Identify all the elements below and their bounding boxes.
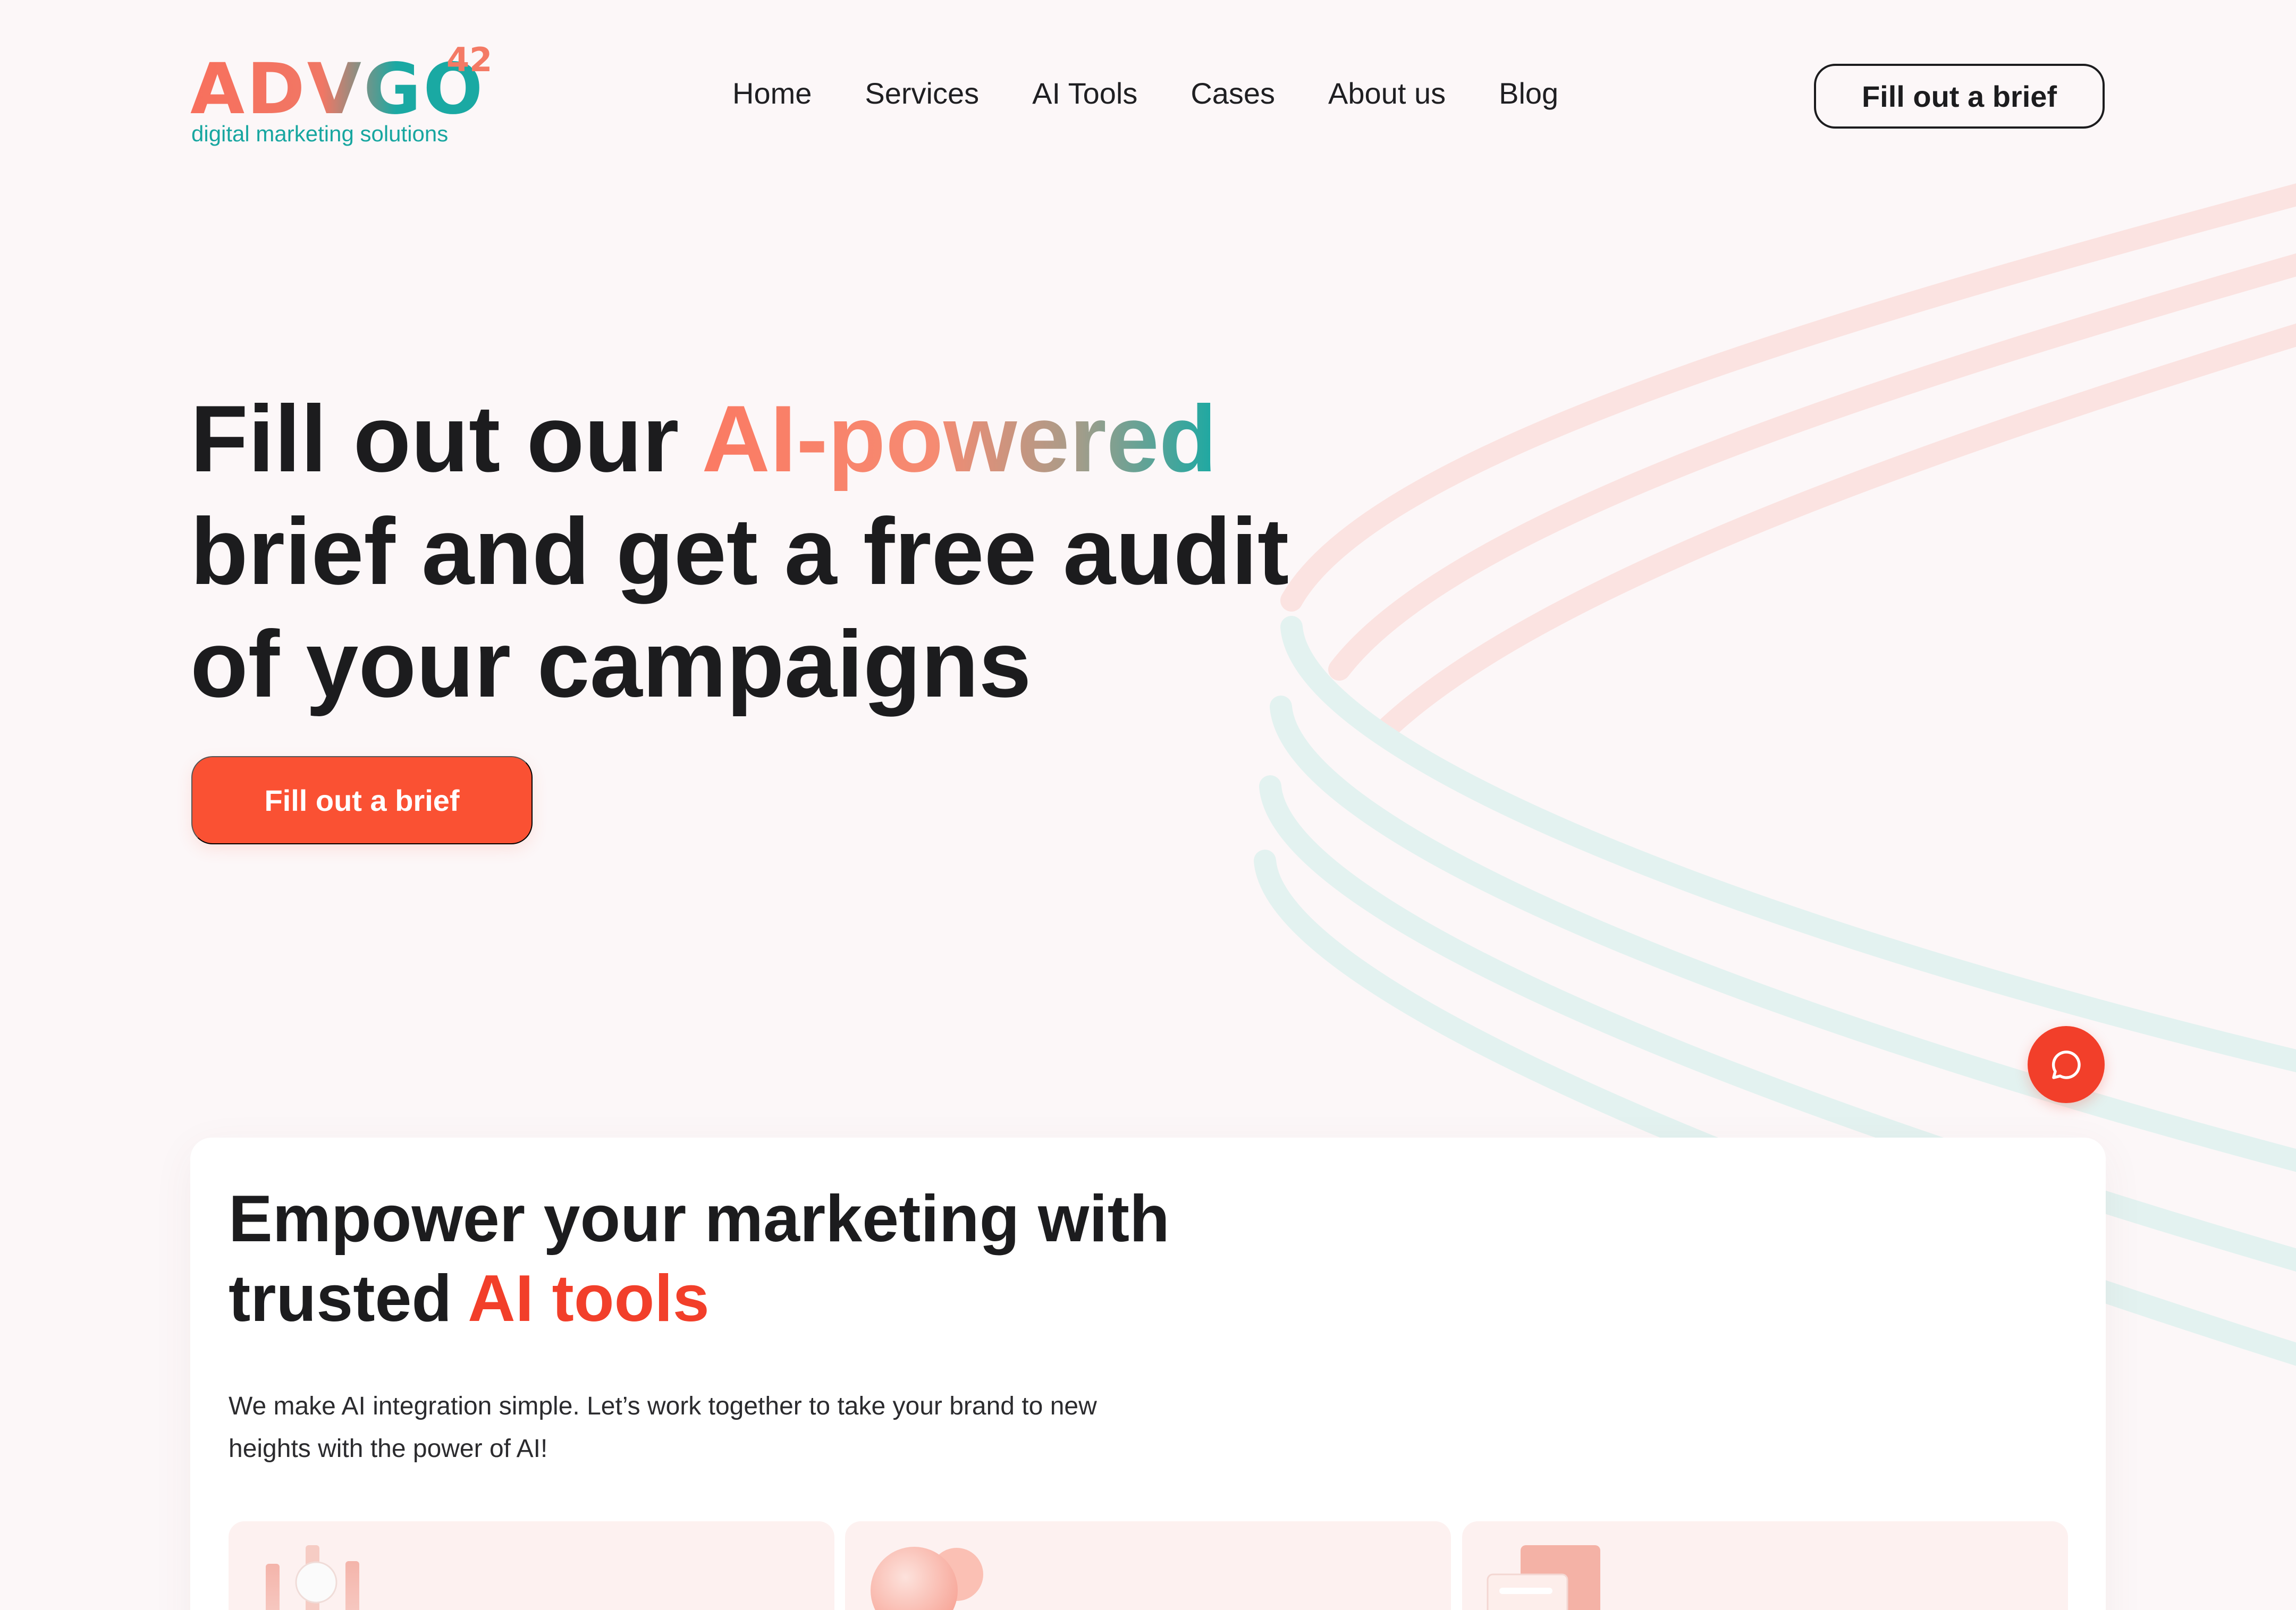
brand-logo[interactable]: ADVGO 42 digital marketing solutions (190, 44, 499, 150)
chat-button[interactable] (2028, 1026, 2105, 1103)
header-fill-brief-button[interactable]: Fill out a brief (1814, 64, 2105, 129)
feature-card-documents[interactable] (1462, 1521, 2068, 1610)
ribbon-teal-1 (1280, 616, 2296, 1072)
ribbon-pink-3 (1371, 323, 2296, 744)
ribbon-pink-2 (1328, 253, 2296, 681)
nav-item-home[interactable]: Home (732, 74, 812, 113)
nav-item-about-us[interactable]: About us (1328, 74, 1446, 113)
ribbon-pink-1 (1280, 183, 2296, 612)
feature-card-ai[interactable] (845, 1521, 1451, 1610)
section-title: Empower your marketing with trusted AI t… (229, 1179, 1398, 1338)
main-nav: Home Services AI Tools Cases About us Bl… (732, 74, 1611, 113)
chat-bubble-icon (2052, 1050, 2081, 1079)
section-description: We make AI integration simple. Let’s wor… (229, 1392, 1097, 1463)
ai-tools-section: Empower your marketing with trusted AI t… (190, 1138, 2106, 1610)
page: ADVGO 42 digital marketing solutions Hom… (0, 0, 2296, 1610)
document-illustration-icon (1487, 1545, 1600, 1610)
logo-wordmark: ADVGO (190, 48, 485, 130)
hero-title-part2: brief and get a free audit of your campa… (190, 498, 1289, 717)
sphere-illustration-icon (871, 1547, 983, 1610)
section-title-highlight: AI tools (468, 1262, 710, 1335)
hero-title-highlight: AI-powered (702, 386, 1217, 492)
hero-title: Fill out our AI-powered brief and get a … (190, 383, 1360, 721)
logo-tagline: digital marketing solutions (191, 121, 449, 146)
nav-item-ai-tools[interactable]: AI Tools (1032, 74, 1137, 113)
hero-fill-brief-button[interactable]: Fill out a brief (191, 756, 533, 844)
site-header: ADVGO 42 digital marketing solutions Hom… (0, 0, 2296, 191)
hero-title-part1: Fill out our (190, 386, 702, 492)
nav-item-services[interactable]: Services (865, 74, 979, 113)
nav-item-cases[interactable]: Cases (1191, 74, 1275, 113)
bar-chart-illustration-icon (266, 1545, 359, 1610)
nav-item-blog[interactable]: Blog (1499, 74, 1558, 113)
feature-card-analytics[interactable] (229, 1521, 834, 1610)
ribbon-teal-2 (1270, 696, 2296, 1172)
logo-superscript: 42 (446, 40, 493, 79)
